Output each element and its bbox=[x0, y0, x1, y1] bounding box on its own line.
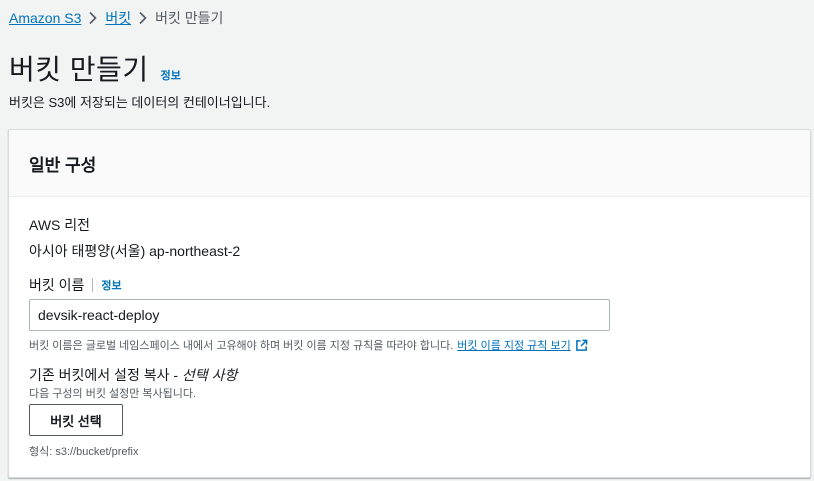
chevron-right-icon bbox=[81, 11, 105, 25]
copy-settings-label-text: 기존 버킷에서 설정 복사 - bbox=[29, 367, 182, 383]
breadcrumb-amazon-s3[interactable]: Amazon S3 bbox=[9, 10, 81, 26]
copy-settings-optional: 선택 사항 bbox=[181, 367, 238, 383]
general-configuration-panel: 일반 구성 AWS 리전 아시아 태평양(서울) ap-northeast-2 … bbox=[8, 129, 811, 478]
bucket-name-input[interactable] bbox=[29, 299, 610, 331]
choose-bucket-button[interactable]: 버킷 선택 bbox=[29, 404, 123, 436]
page-header: 버킷 만들기 정보 bbox=[9, 48, 181, 88]
external-link-icon[interactable] bbox=[575, 339, 588, 352]
breadcrumb-current: 버킷 만들기 bbox=[155, 10, 224, 26]
chevron-right-icon bbox=[131, 11, 155, 25]
bucket-name-hint: 버킷 이름은 글로벌 네임스페이스 내에서 고유해야 하며 버킷 이름 지정 규… bbox=[29, 337, 588, 353]
breadcrumb-buckets[interactable]: 버킷 bbox=[105, 8, 131, 28]
label-divider bbox=[92, 278, 94, 292]
region-value: 아시아 태평양(서울) ap-northeast-2 bbox=[29, 243, 241, 259]
bucket-name-label: 버킷 이름 bbox=[29, 277, 85, 293]
page-info-link[interactable]: 정보 bbox=[161, 67, 181, 83]
bucket-name-label-row: 버킷 이름 정보 bbox=[29, 275, 122, 295]
page-title: 버킷 만들기 bbox=[9, 54, 149, 85]
breadcrumb: Amazon S3 버킷 버킷 만들기 bbox=[9, 8, 223, 28]
panel-header: 일반 구성 bbox=[9, 130, 810, 197]
page: Amazon S3 버킷 버킷 만들기 버킷 만들기 정보 버킷은 S3에 저장… bbox=[0, 0, 814, 481]
format-hint: 형식: s3://bucket/prefix bbox=[29, 446, 139, 458]
region-label: AWS 리전 bbox=[29, 217, 91, 233]
page-description: 버킷은 S3에 저장되는 데이터의 컨테이너입니다. bbox=[9, 95, 271, 110]
copy-settings-description: 다음 구성의 버킷 설정만 복사됩니다. bbox=[29, 388, 197, 400]
bucket-naming-rules-link[interactable]: 버킷 이름 지정 규칙 보기 bbox=[457, 337, 570, 353]
panel-title: 일반 구성 bbox=[29, 155, 97, 175]
bucket-name-hint-text: 버킷 이름은 글로벌 네임스페이스 내에서 고유해야 하며 버킷 이름 지정 규… bbox=[29, 340, 454, 352]
bucket-name-info-link[interactable]: 정보 bbox=[101, 277, 121, 293]
copy-settings-label: 기존 버킷에서 설정 복사 - 선택 사항 bbox=[29, 365, 237, 385]
